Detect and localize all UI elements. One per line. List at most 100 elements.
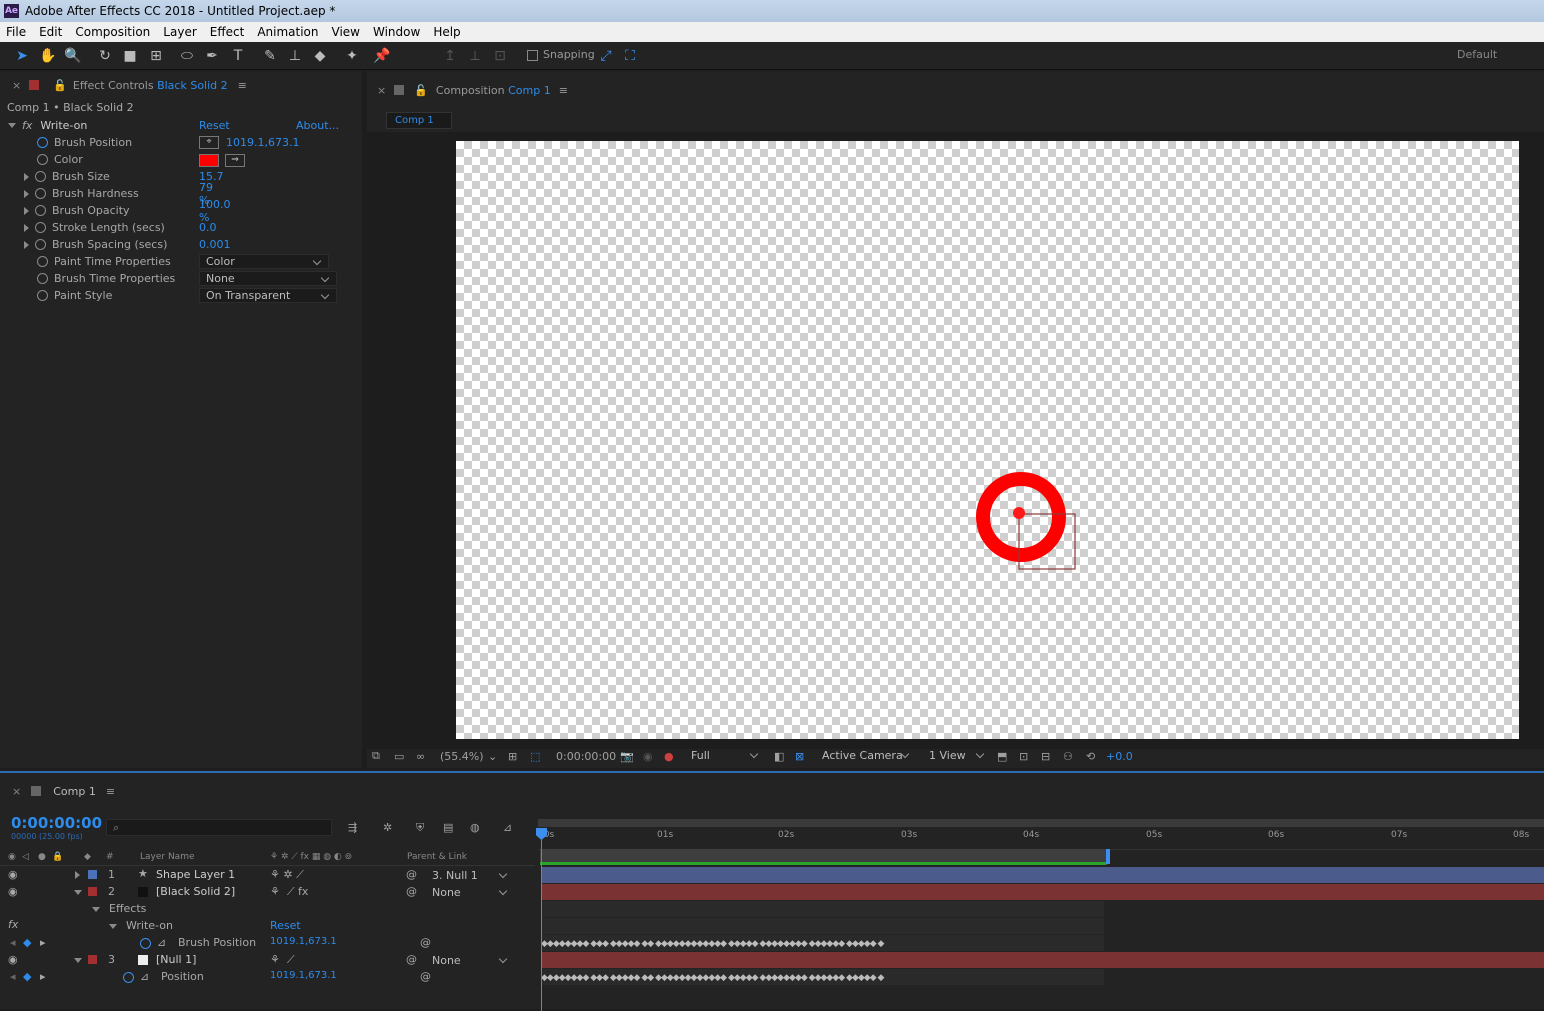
expand-arrow-icon[interactable] xyxy=(24,172,29,181)
clone-stamp-tool-icon[interactable]: ⊥ xyxy=(285,46,305,66)
stopwatch-icon[interactable] xyxy=(35,188,46,199)
stopwatch-icon[interactable] xyxy=(37,273,48,284)
region-icon[interactable]: ⬚ xyxy=(530,750,540,763)
expand-arrow-icon[interactable] xyxy=(24,189,29,198)
lock-column-icon[interactable]: 🔒 xyxy=(52,852,63,862)
fx-icon[interactable]: fx xyxy=(8,918,18,931)
expand-arrow-icon[interactable] xyxy=(24,240,29,249)
timeline-icon[interactable]: ⊟ xyxy=(1041,750,1050,763)
collapse-arrow-icon[interactable] xyxy=(74,890,82,895)
pickwhip-icon[interactable]: @ xyxy=(406,885,417,898)
stopwatch-icon[interactable] xyxy=(35,222,46,233)
stopwatch-icon[interactable] xyxy=(37,290,48,301)
exposure-value[interactable]: +0.0 xyxy=(1106,750,1133,763)
position-row[interactable]: ◂ ◆ ▸ ⊿ Position 1019.1,673.1 @ xyxy=(0,969,535,986)
menu-layer[interactable]: Layer xyxy=(163,25,196,39)
rotate-tool-icon[interactable]: ↻ xyxy=(95,46,115,66)
layer-name[interactable]: [Black Solid 2] xyxy=(156,885,235,898)
zoom-select[interactable]: (55.4%) xyxy=(440,750,484,763)
expression-pickwhip-icon[interactable]: @ xyxy=(420,970,431,983)
expand-arrow-icon[interactable] xyxy=(24,206,29,215)
eraser-tool-icon[interactable]: ◆ xyxy=(310,46,330,66)
shy-layers-icon[interactable]: ⛨ xyxy=(416,821,424,835)
mask-icon[interactable]: ∞ xyxy=(416,750,425,763)
stopwatch-icon[interactable] xyxy=(123,972,134,983)
layer-bar-shape-layer[interactable] xyxy=(542,867,1544,883)
expression-pickwhip-icon[interactable]: @ xyxy=(420,936,431,949)
exposure-icon[interactable]: ⟲ xyxy=(1086,750,1095,763)
graph-editor-icon[interactable]: ⊿ xyxy=(503,821,512,834)
effect-header-writeon[interactable]: fx Write-on Reset About... xyxy=(0,117,345,134)
transparency-grid-icon[interactable]: ⊠ xyxy=(795,750,804,763)
hand-tool-icon[interactable]: ✋ xyxy=(38,46,58,66)
stopwatch-icon[interactable] xyxy=(37,154,48,165)
pan-behind-tool-icon[interactable]: ⊞ xyxy=(146,46,166,66)
expand-arrow-icon[interactable] xyxy=(24,223,29,232)
puppet-pin-tool-icon[interactable]: 📌 xyxy=(372,46,392,66)
audio-icon[interactable]: ◁ xyxy=(22,852,29,862)
brush-time-select[interactable]: None xyxy=(199,271,337,286)
resolution-select[interactable]: Full xyxy=(685,748,765,763)
menu-animation[interactable]: Animation xyxy=(257,25,318,39)
effect-controls-tab[interactable]: × 🔓 Effect Controls Black Solid 2 ≡ xyxy=(0,73,362,97)
switch-icons[interactable]: ⚘ ⟋ fx xyxy=(270,885,308,899)
switches-header-icons[interactable]: ⚘ ✲ ⟋ fx ▦ ◍ ◐ ⊚ xyxy=(270,852,352,862)
stopwatch-icon[interactable] xyxy=(140,938,151,949)
collapse-arrow-icon[interactable] xyxy=(109,924,117,929)
crosshair-icon[interactable]: ⌖ xyxy=(199,136,219,149)
parent-select[interactable]: None xyxy=(426,953,514,968)
eyedropper-icon[interactable]: ⇒ xyxy=(225,154,245,167)
comp-mini-flowchart-icon[interactable]: ⇶ xyxy=(348,821,357,834)
next-keyframe-icon[interactable]: ▸ xyxy=(40,936,46,949)
paint-style-select[interactable]: On Transparent xyxy=(199,288,337,303)
keyframe-toggle-icon[interactable]: ◆ xyxy=(23,936,31,949)
parent-select[interactable]: None xyxy=(426,885,514,900)
ellipse-tool-icon[interactable]: ⬭ xyxy=(177,46,197,66)
brush-position-row[interactable]: ◂ ◆ ▸ ⊿ Brush Position 1019.1,673.1 @ xyxy=(0,935,535,952)
layer-search-input[interactable]: ⌕ xyxy=(106,819,332,836)
playhead-line[interactable] xyxy=(541,828,542,1011)
draft-3d-icon[interactable]: ✲ xyxy=(383,821,392,834)
layer-label-swatch[interactable] xyxy=(88,955,97,964)
panel-menu-icon[interactable]: ≡ xyxy=(238,79,247,92)
stopwatch-icon[interactable] xyxy=(35,239,46,250)
collapse-arrow-icon[interactable] xyxy=(92,907,100,912)
flowchart-icon[interactable]: ⚇ xyxy=(1063,750,1073,763)
stopwatch-icon[interactable] xyxy=(35,171,46,182)
layer-row[interactable]: ◉ 3 [Null 1] ⚘ ⟋ @ None xyxy=(0,952,535,969)
menu-view[interactable]: View xyxy=(332,25,360,39)
work-area-bar[interactable] xyxy=(538,819,1544,827)
timeline-tab[interactable]: × Comp 1 ≡ xyxy=(0,779,1544,803)
writeon-row[interactable]: fx Write-on Reset xyxy=(0,918,535,935)
layer-name[interactable]: [Null 1] xyxy=(156,953,196,966)
keyframes-position[interactable]: ◆◆◆◆◆◆◆◆ ◆◆◆ ◆◆◆◆◆ ◆◆ ◆◆◆◆◆◆◆◆◆◆◆◆ ◆◆◆◆◆… xyxy=(541,973,893,983)
position-value[interactable]: 1019.1,673.1 xyxy=(270,970,337,981)
paint-time-select[interactable]: Color xyxy=(199,254,329,269)
layer-row[interactable]: ◉ 1 ★ Shape Layer 1 ⚘ ✲ ⟋ @ 3. Null 1 xyxy=(0,867,535,884)
menu-effect[interactable]: Effect xyxy=(210,25,245,39)
expand-arrow-icon[interactable] xyxy=(75,871,80,879)
graph-icon[interactable]: ⊿ xyxy=(157,936,166,949)
menu-window[interactable]: Window xyxy=(373,25,420,39)
close-icon[interactable]: × xyxy=(12,785,21,798)
always-preview-icon[interactable]: ⧉ xyxy=(372,749,380,763)
panel-menu-icon[interactable]: ≡ xyxy=(559,84,568,97)
eye-icon[interactable]: ◉ xyxy=(8,852,16,862)
selection-tool-icon[interactable]: ➤ xyxy=(12,46,32,66)
workspace-default[interactable]: Default xyxy=(1457,48,1497,61)
switch-icons[interactable]: ⚘ ⟋ xyxy=(270,953,295,967)
channel-icon[interactable]: ● xyxy=(664,750,674,763)
keyframes-brush-position[interactable]: ◆◆◆◆◆◆◆◆ ◆◆◆ ◆◆◆◆◆ ◆◆ ◆◆◆◆◆◆◆◆◆◆◆◆ ◆◆◆◆◆… xyxy=(541,939,893,949)
world-axis-icon[interactable]: ⟂ xyxy=(465,46,485,66)
layer-name-header[interactable]: Layer Name xyxy=(140,852,195,862)
close-icon[interactable]: × xyxy=(12,79,21,92)
reset-link[interactable]: Reset xyxy=(270,919,301,932)
color-swatch[interactable] xyxy=(199,154,219,167)
menu-file[interactable]: File xyxy=(6,25,26,39)
stopwatch-icon[interactable] xyxy=(37,137,48,148)
camera-select[interactable]: Active Camera xyxy=(816,748,916,763)
stroke-length-value[interactable]: 0.0 xyxy=(199,221,217,234)
brush-position-value[interactable]: 1019.1,673.1 xyxy=(226,136,299,149)
timeline-timecode[interactable]: 0:00:00:00 xyxy=(11,814,102,832)
layer-label-swatch[interactable] xyxy=(88,887,97,896)
